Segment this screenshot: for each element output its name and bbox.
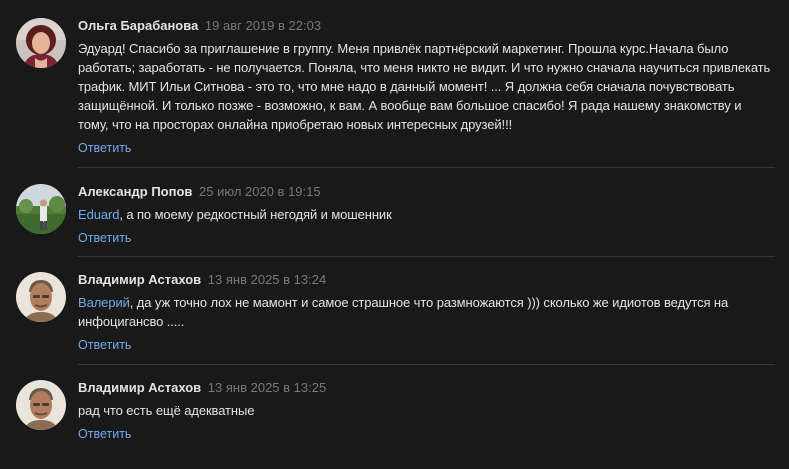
- avatar-photo: [16, 380, 66, 430]
- avatar[interactable]: [16, 380, 66, 430]
- author-name[interactable]: Владимир Астахов: [78, 380, 201, 395]
- comment-header: Ольга Барабанова 19 авг 2019 в 22:03: [78, 18, 775, 34]
- reply-button[interactable]: Ответить: [78, 140, 131, 156]
- comment-text-body: , да уж точно лох не мамонт и самое стра…: [78, 295, 729, 329]
- mention-link[interactable]: Eduard: [78, 207, 119, 222]
- divider: [78, 256, 775, 257]
- avatar[interactable]: [16, 18, 66, 68]
- reply-button[interactable]: Ответить: [78, 337, 131, 353]
- avatar[interactable]: [16, 272, 66, 322]
- author-name[interactable]: Владимир Астахов: [78, 272, 201, 287]
- reply-button[interactable]: Ответить: [78, 426, 131, 442]
- avatar-photo: [16, 184, 66, 234]
- divider: [78, 167, 775, 168]
- comment-text: Валерий, да уж точно лох не мамонт и сам…: [78, 293, 775, 331]
- comment-text: Эдуард! Спасибо за приглашение в группу.…: [78, 41, 771, 132]
- comment-thread: Ольга Барабанова 19 авг 2019 в 22:03 Эду…: [0, 0, 789, 469]
- comment-header: Александр Попов 25 июл 2020 в 19:15: [78, 184, 775, 200]
- avatar-photo: [16, 272, 66, 322]
- comment-date[interactable]: 13 янв 2025 в 13:24: [208, 272, 326, 287]
- comment-text: Eduard, а по моему редкостный негодяй и …: [78, 205, 775, 224]
- mention-link[interactable]: Валерий: [78, 295, 130, 310]
- comment-date[interactable]: 13 янв 2025 в 13:25: [208, 380, 326, 395]
- divider: [78, 364, 775, 365]
- avatar[interactable]: [16, 184, 66, 234]
- comment-text: рад что есть ещё адекватные: [78, 403, 255, 418]
- reply-button[interactable]: Ответить: [78, 230, 131, 246]
- comment-date[interactable]: 19 авг 2019 в 22:03: [205, 18, 321, 33]
- comment-header: Владимир Астахов 13 янв 2025 в 13:24: [78, 272, 775, 288]
- comment-header: Владимир Астахов 13 янв 2025 в 13:25: [78, 380, 775, 396]
- comment-date[interactable]: 25 июл 2020 в 19:15: [199, 184, 321, 199]
- author-name[interactable]: Александр Попов: [78, 184, 192, 199]
- avatar-photo: [16, 18, 66, 68]
- comment-text-body: , а по моему редкостный негодяй и мошенн…: [119, 207, 392, 222]
- author-name[interactable]: Ольга Барабанова: [78, 18, 198, 33]
